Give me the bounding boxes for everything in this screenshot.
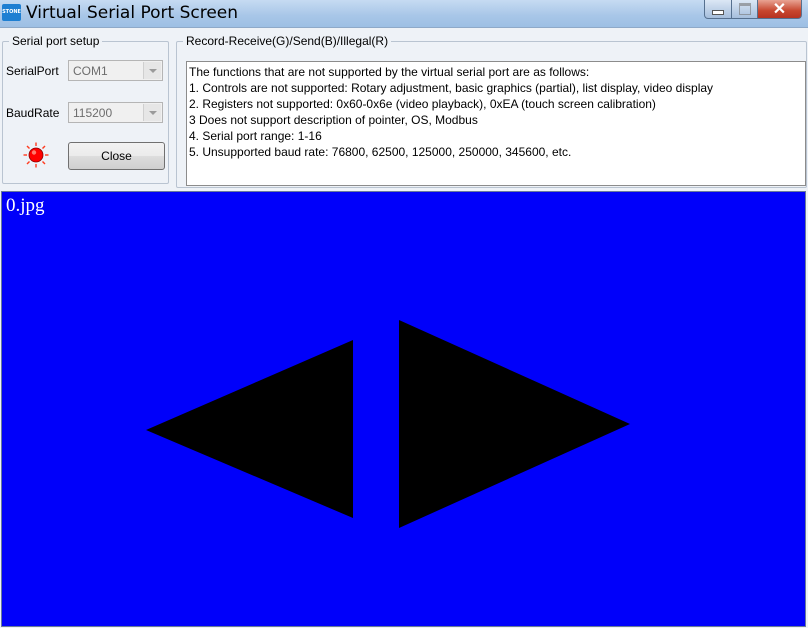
baud-rate-select[interactable]: 115200 (68, 102, 163, 123)
window-title: Virtual Serial Port Screen (26, 3, 239, 23)
serial-port-setup-label: Serial port setup (9, 33, 103, 49)
left-arrow-triangle[interactable] (146, 340, 353, 518)
record-log-textbox[interactable]: The functions that are not supported by … (186, 61, 806, 186)
minimize-icon (712, 9, 724, 15)
baud-rate-label: BaudRate (6, 106, 60, 120)
right-arrow-triangle[interactable] (399, 320, 630, 528)
minimize-button[interactable] (704, 0, 732, 19)
maximize-icon (738, 3, 751, 15)
log-line: 3 Does not support description of pointe… (189, 113, 478, 127)
app-window: STONE Virtual Serial Port Screen ✕ Seria… (0, 0, 808, 628)
log-line: 5. Unsupported baud rate: 76800, 62500, … (189, 145, 572, 159)
chevron-down-icon[interactable] (143, 104, 161, 121)
status-led-icon (23, 142, 49, 168)
title-bar[interactable]: STONE Virtual Serial Port Screen ✕ (0, 0, 808, 28)
log-line: The functions that are not supported by … (189, 65, 590, 79)
close-port-button[interactable]: Close (68, 142, 165, 170)
serial-port-value: COM1 (73, 64, 108, 78)
caption-buttons: ✕ (704, 0, 802, 20)
baud-rate-value: 115200 (73, 106, 113, 120)
chevron-down-icon[interactable] (143, 62, 161, 79)
maximize-button[interactable] (732, 0, 758, 19)
serial-port-select[interactable]: COM1 (68, 60, 163, 81)
log-line: 4. Serial port range: 1-16 (189, 129, 322, 143)
log-line: 1. Controls are not supported: Rotary ad… (189, 81, 714, 95)
serial-port-label: SerialPort (6, 64, 59, 78)
close-window-button[interactable]: ✕ (758, 0, 802, 19)
app-logo-icon: STONE (2, 4, 21, 21)
close-icon: ✕ (772, 1, 787, 18)
log-line: 2. Registers not supported: 0x60-0x6e (v… (189, 97, 656, 111)
virtual-screen[interactable]: 0.jpg (1, 191, 806, 627)
record-group-label: Record-Receive(G)/Send(B)/Illegal(R) (183, 33, 392, 49)
screen-graphics (146, 320, 630, 528)
